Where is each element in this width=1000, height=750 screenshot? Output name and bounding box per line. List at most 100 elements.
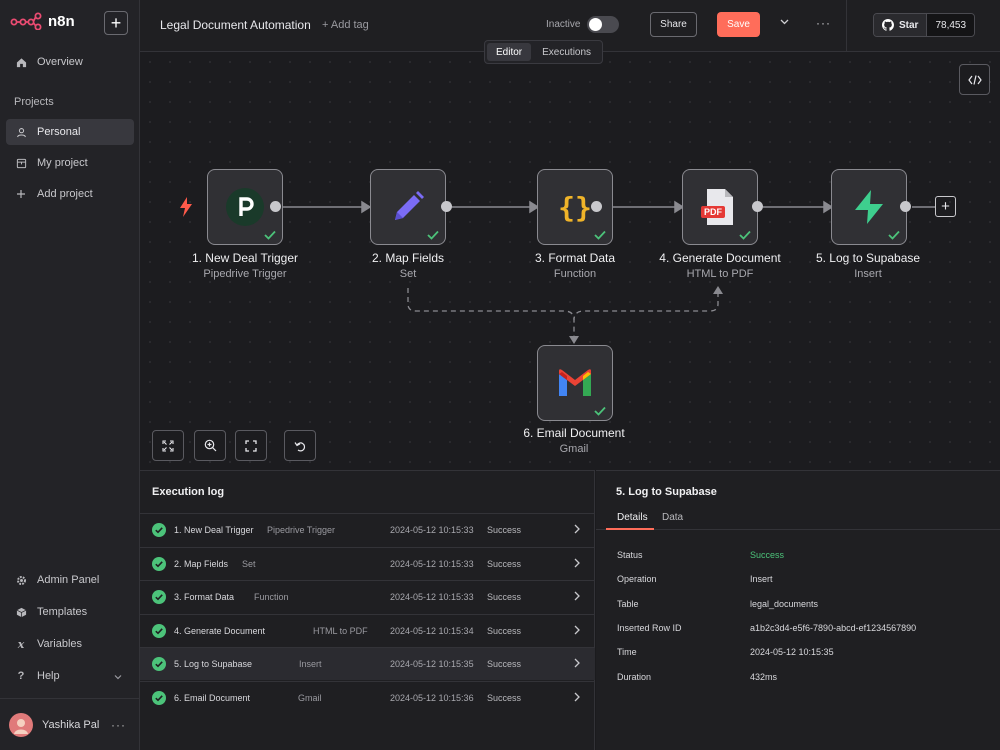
detail-key: Status	[617, 550, 643, 560]
arrow-head	[569, 336, 579, 344]
sidebar-item-label: Variables	[37, 638, 83, 650]
fit-view-button[interactable]	[152, 430, 184, 461]
sidebar-item-label: Personal	[37, 126, 81, 138]
log-node-type: HTML to PDF	[313, 625, 368, 636]
zoom-in-button[interactable]	[194, 430, 226, 461]
chevron-right-icon[interactable]	[574, 624, 580, 638]
workflow-title[interactable]: Legal Document Automation	[160, 18, 311, 32]
undo-button[interactable]	[284, 430, 316, 461]
fullscreen-button[interactable]	[235, 430, 267, 461]
tab-details[interactable]: Details	[617, 512, 648, 523]
code-icon	[967, 74, 982, 85]
undo-icon	[294, 441, 306, 451]
success-check-icon	[152, 691, 166, 705]
add-node-button[interactable]: +	[935, 196, 956, 217]
create-new-button[interactable]: +	[104, 11, 128, 35]
log-node-type: Function	[254, 592, 289, 603]
table-row[interactable]: 2. Map Fields Set 2024-05-12 10:15:33 Succe…	[140, 546, 595, 580]
pdf-icon: PDF	[701, 188, 735, 226]
add-tag-button[interactable]: + Add tag	[322, 19, 369, 31]
table-row[interactable]: 1. New Deal Trigger Pipedrive Trigger 2024…	[140, 513, 595, 546]
node-title: 2. Map Fields	[371, 251, 445, 265]
output-port[interactable]	[270, 201, 281, 212]
log-status: Success	[487, 525, 522, 535]
pdf-badge: PDF	[701, 206, 725, 218]
node-generate-document[interactable]: PDF	[682, 169, 758, 245]
sidebar: n8n + Overview Projects Personal My proj…	[0, 0, 140, 750]
chevron-right-icon[interactable]	[574, 557, 580, 571]
log-timestamp: 2024-05-12 10:15:33	[390, 525, 474, 535]
output-port[interactable]	[752, 201, 763, 212]
node-subtitle: Gmail	[559, 443, 589, 455]
fullscreen-icon	[245, 439, 257, 452]
chevron-right-icon[interactable]	[574, 523, 580, 537]
chevron-down-icon[interactable]	[780, 17, 789, 28]
code-view-button[interactable]	[959, 64, 990, 95]
sidebar-item-my-project[interactable]: My project	[6, 150, 134, 176]
user-menu[interactable]: Yashika Pal ···	[0, 698, 140, 750]
github-icon	[882, 19, 894, 31]
table-row[interactable]: 4. Generate Document HTML to PDF 2024-05-1…	[140, 613, 595, 647]
n8n-logo[interactable]: n8n	[10, 12, 75, 30]
more-icon[interactable]: ···	[111, 718, 126, 732]
sidebar-item-label: Add project	[37, 188, 93, 200]
tab-divider	[596, 529, 1000, 530]
github-star-button[interactable]: Star 78,453	[873, 13, 976, 37]
dashed-connection-map-to-gmail	[407, 288, 575, 336]
node-title: 6. Email Document	[523, 426, 625, 440]
tab-executions[interactable]: Executions	[533, 43, 600, 61]
sidebar-item-admin-panel[interactable]: Admin Panel	[6, 567, 134, 593]
node-email-document[interactable]	[537, 345, 613, 421]
plus-icon: +	[110, 13, 122, 33]
node-title: 1. New Deal Trigger	[191, 251, 299, 265]
pencil-icon	[395, 191, 424, 220]
log-status: Success	[487, 625, 522, 636]
avatar	[9, 712, 33, 737]
table-row[interactable]: 3. Format Data Function 2024-05-12 10:15:3…	[140, 580, 595, 613]
tab-editor[interactable]: Editor	[487, 43, 532, 61]
table-row[interactable]: 5. Log to Supabase Insert 2024-05-12 10:15…	[140, 647, 595, 681]
output-port[interactable]	[900, 201, 911, 212]
node-map-fields[interactable]	[370, 169, 446, 245]
detail-key: Duration	[617, 671, 652, 682]
share-button[interactable]: Share	[650, 12, 697, 37]
success-check-icon	[594, 230, 606, 240]
help-icon: ?	[17, 670, 25, 682]
log-node-type: Set	[242, 558, 256, 569]
sidebar-item-add-project[interactable]: Add project	[6, 181, 134, 207]
detail-value: Success	[750, 550, 785, 560]
workflow-canvas[interactable]: 1. New Deal Trigger Pipedrive Trigger 2.…	[140, 52, 1000, 470]
success-check-icon	[152, 623, 166, 638]
log-status: Success	[487, 659, 522, 670]
active-toggle[interactable]	[587, 16, 619, 33]
detail-key: Inserted Row ID	[617, 622, 682, 633]
sidebar-item-label: Admin Panel	[37, 574, 100, 586]
sidebar-item-personal[interactable]: Personal	[6, 119, 134, 145]
log-node-type: Pipedrive Trigger	[267, 525, 336, 535]
gear-icon	[15, 575, 27, 586]
user-icon	[15, 127, 27, 138]
sidebar-item-help[interactable]: ? Help	[6, 663, 134, 689]
success-check-icon	[427, 230, 439, 240]
output-port[interactable]	[441, 201, 452, 212]
log-node-name: 2. Map Fields	[174, 558, 229, 569]
output-port[interactable]	[591, 201, 602, 212]
sidebar-item-variables[interactable]: x Variables	[6, 631, 134, 657]
chevron-right-icon[interactable]	[574, 691, 580, 705]
more-icon[interactable]: ···	[816, 16, 831, 30]
sidebar-item-overview[interactable]: Overview	[6, 49, 134, 75]
log-node-type: Gmail	[298, 693, 322, 703]
zoom-in-icon	[204, 439, 216, 452]
chevron-right-icon[interactable]	[574, 590, 580, 604]
table-row[interactable]: 6. Email Document Gmail 2024-05-12 10:15:3…	[140, 681, 595, 714]
fit-view-icon	[162, 439, 174, 452]
node-log-to-supabase[interactable]	[831, 169, 907, 245]
save-button[interactable]: Save	[717, 12, 760, 37]
gmail-icon	[559, 369, 591, 396]
chevron-right-icon[interactable]	[574, 657, 580, 671]
log-status: Success	[487, 558, 522, 569]
sidebar-item-templates[interactable]: Templates	[6, 599, 134, 625]
tab-data[interactable]: Data	[662, 512, 683, 523]
chevron-down-icon	[114, 671, 122, 683]
log-node-name: 5. Log to Supabase	[174, 659, 253, 670]
